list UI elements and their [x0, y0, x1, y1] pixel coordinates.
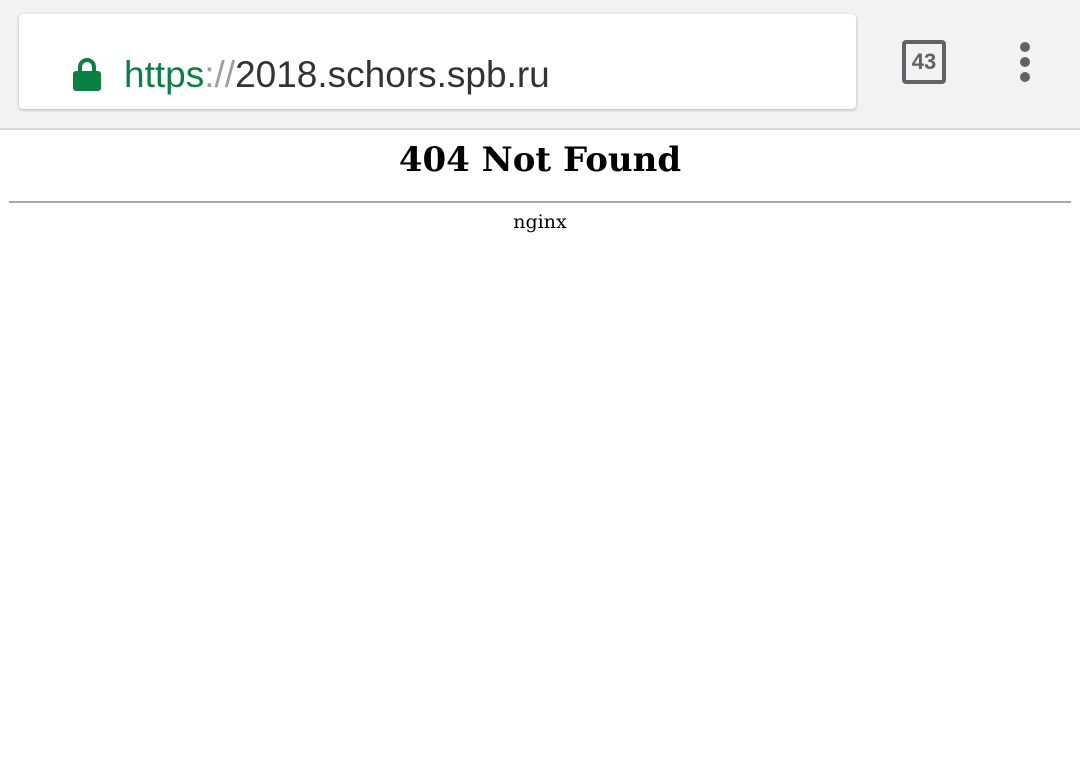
- menu-dot: [1020, 57, 1030, 67]
- server-name: nginx: [513, 211, 567, 233]
- url-scheme: https: [124, 54, 205, 95]
- more-vert-icon[interactable]: [1005, 40, 1045, 84]
- tab-switcher-button[interactable]: 43: [902, 40, 946, 84]
- menu-dot: [1020, 42, 1030, 52]
- page-title: 404 Not Found: [398, 140, 682, 180]
- url-separator: ://: [204, 54, 236, 95]
- divider: [9, 201, 1071, 203]
- url-host: 2018.schors.spb.ru: [235, 54, 550, 95]
- menu-dot: [1020, 72, 1030, 82]
- address-bar[interactable]: https://2018.schors.spb.ru: [19, 14, 856, 109]
- browser-toolbar: https://2018.schors.spb.ru 43: [0, 0, 1080, 130]
- lock-icon[interactable]: [73, 57, 101, 91]
- url-text[interactable]: https://2018.schors.spb.ru: [124, 47, 550, 103]
- page-content: 404 Not Found nginx: [0, 130, 1080, 768]
